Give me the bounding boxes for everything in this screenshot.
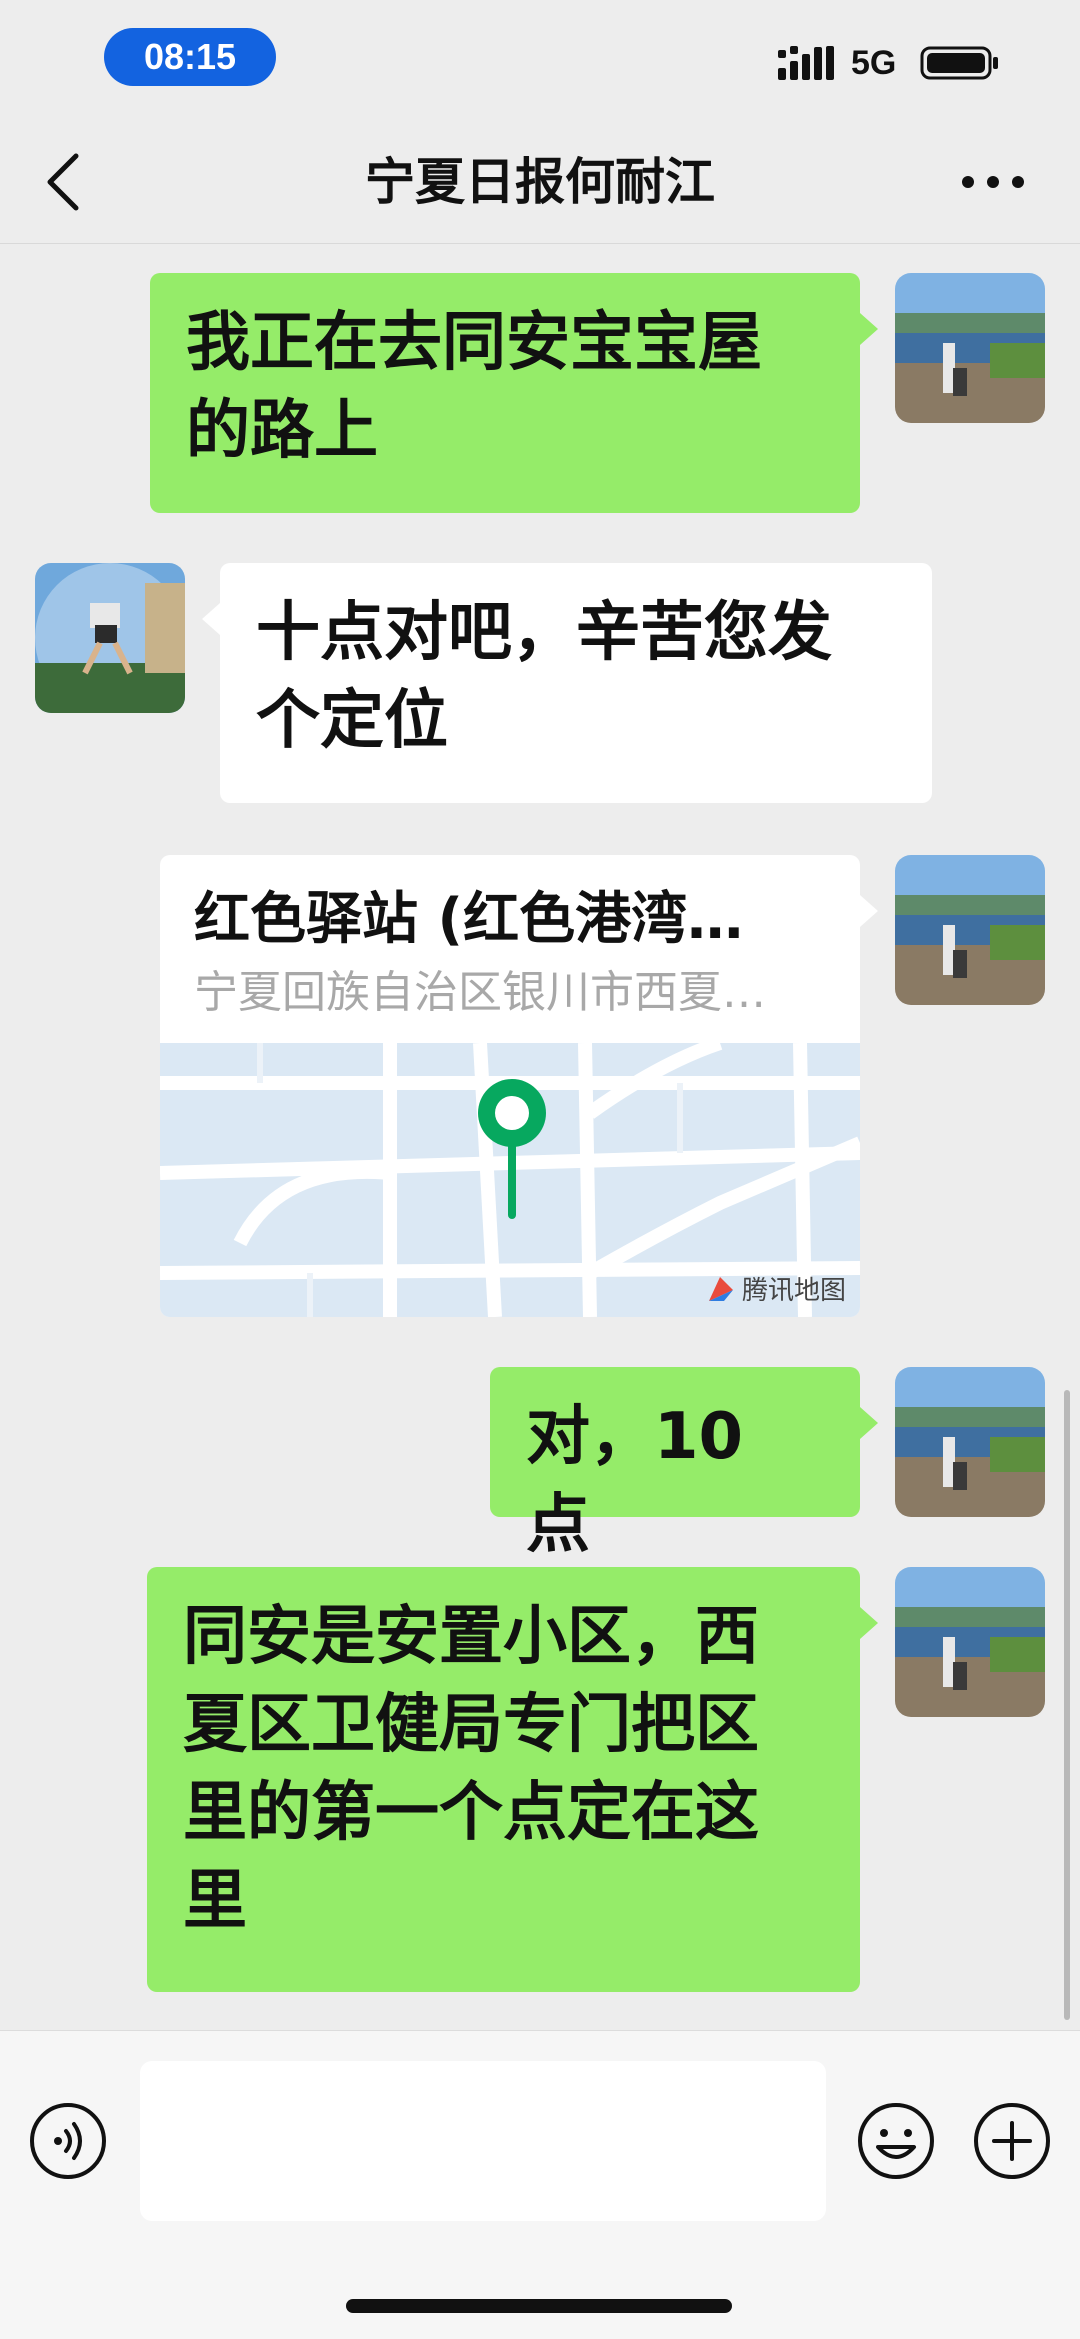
- message-line: 十点对吧，辛苦您发: [256, 596, 832, 670]
- message-bubble-incoming[interactable]: 十点对吧，辛苦您发 个定位: [220, 563, 932, 803]
- message-line: 我正在去同安宝宝屋: [186, 306, 762, 380]
- map-provider-text: 腾讯地图: [741, 1276, 846, 1306]
- message-bubble-outgoing[interactable]: 我正在去同安宝宝屋 的路上: [150, 273, 860, 513]
- message-line: 夏区卫健局专门把区: [183, 1688, 759, 1762]
- message-line: 同安是安置小区，西: [183, 1600, 759, 1674]
- my-avatar[interactable]: [895, 1567, 1045, 1717]
- contact-avatar[interactable]: [35, 563, 185, 713]
- home-indicator[interactable]: [346, 2299, 732, 2313]
- network-type: 5G: [851, 44, 897, 82]
- location-card[interactable]: 红色驿站 (红色港湾… 宁夏回族自治区银川市西夏… 腾讯地图: [160, 855, 860, 1317]
- status-time: 08:15: [104, 28, 276, 86]
- voice-icon[interactable]: [28, 2101, 108, 2181]
- map-provider-label: 腾讯地图: [706, 1270, 846, 1307]
- message-line: 对，10 点: [526, 1400, 744, 1562]
- location-title: 红色驿站 (红色港湾…: [194, 887, 744, 952]
- my-avatar[interactable]: [895, 855, 1045, 1005]
- battery-icon: [920, 46, 998, 80]
- message-input[interactable]: [140, 2061, 826, 2221]
- emoji-icon[interactable]: [856, 2101, 936, 2181]
- plus-icon[interactable]: [972, 2101, 1052, 2181]
- chat-screen: 08:15 5G 宁夏日报何耐江 我正在去同安宝宝屋 的路上 十点对吧，辛苦您发…: [0, 0, 1080, 2339]
- page-title: 宁夏日报何耐江: [365, 153, 715, 211]
- my-avatar[interactable]: [895, 1367, 1045, 1517]
- my-avatar[interactable]: [895, 273, 1045, 423]
- status-bar: 08:15 5G: [0, 0, 1080, 120]
- message-line: 的路上: [186, 394, 378, 468]
- message-bubble-outgoing[interactable]: 同安是安置小区，西 夏区卫健局专门把区 里的第一个点定在这 里: [147, 1567, 860, 1992]
- signal-icon: [778, 46, 834, 80]
- message-line: 里: [183, 1864, 247, 1938]
- more-dots-icon[interactable]: [958, 160, 1028, 204]
- tencent-map-logo-icon: [708, 1276, 733, 1301]
- input-bar: [0, 2030, 1080, 2339]
- message-bubble-outgoing[interactable]: 对，10 点: [490, 1367, 860, 1562]
- message-line: 里的第一个点定在这: [183, 1776, 759, 1850]
- nav-bar: 宁夏日报何耐江: [0, 120, 1080, 244]
- message-line: 个定位: [256, 684, 448, 758]
- location-address: 宁夏回族自治区银川市西夏…: [194, 967, 766, 1018]
- scrollbar[interactable]: [1064, 1390, 1070, 2020]
